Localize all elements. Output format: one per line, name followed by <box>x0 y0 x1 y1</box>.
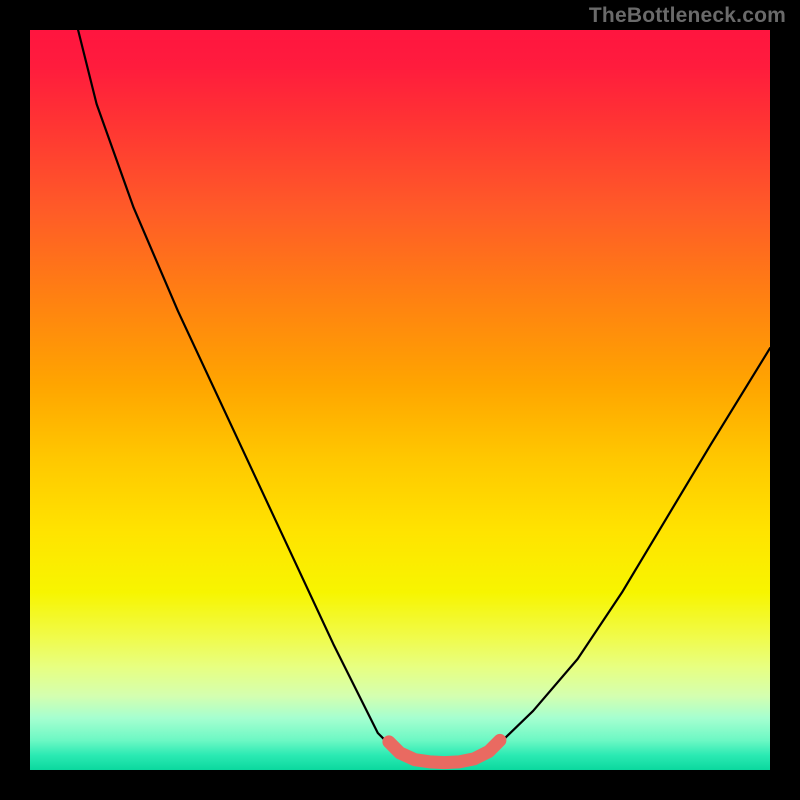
curve-layer <box>30 30 770 770</box>
bottleneck-curve <box>78 30 770 764</box>
plot-area <box>30 30 770 770</box>
watermark-text: TheBottleneck.com <box>589 4 786 28</box>
bottleneck-marker <box>389 740 500 762</box>
chart-frame: TheBottleneck.com <box>0 0 800 800</box>
